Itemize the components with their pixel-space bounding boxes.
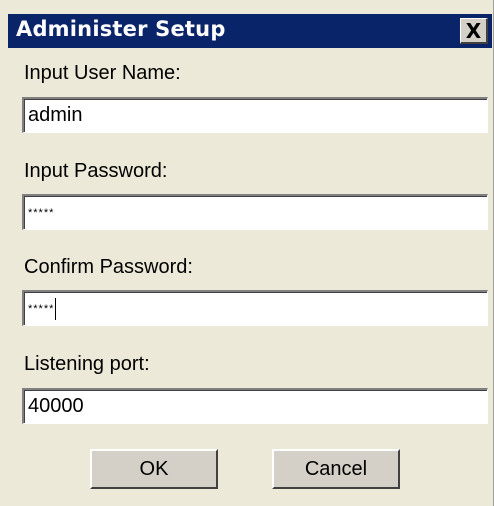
confirm-password-input[interactable]: *****: [22, 290, 488, 326]
username-label: Input User Name:: [24, 62, 181, 84]
cancel-button[interactable]: Cancel: [272, 449, 400, 489]
close-button[interactable]: X: [460, 18, 488, 44]
confirm-password-label: Confirm Password:: [24, 256, 193, 278]
ok-button[interactable]: OK: [90, 449, 218, 489]
listening-port-value: 40000: [28, 395, 84, 417]
password-input[interactable]: *****: [22, 194, 488, 230]
close-icon: X: [465, 18, 482, 43]
ok-button-label: OK: [139, 457, 169, 480]
cancel-button-label: Cancel: [304, 457, 368, 480]
username-value: admin: [28, 104, 83, 126]
text-caret: [55, 297, 57, 320]
password-value: *****: [28, 206, 55, 219]
username-input[interactable]: admin: [22, 97, 488, 133]
administer-setup-dialog: Administer Setup X Input User Name: admi…: [0, 0, 494, 506]
confirm-password-value: *****: [28, 302, 55, 315]
listening-port-input[interactable]: 40000: [22, 388, 488, 424]
window-title: Administer Setup: [16, 17, 226, 41]
title-bar[interactable]: Administer Setup X: [8, 14, 492, 48]
password-label: Input Password:: [24, 160, 168, 182]
listening-port-label: Listening port:: [24, 353, 150, 375]
